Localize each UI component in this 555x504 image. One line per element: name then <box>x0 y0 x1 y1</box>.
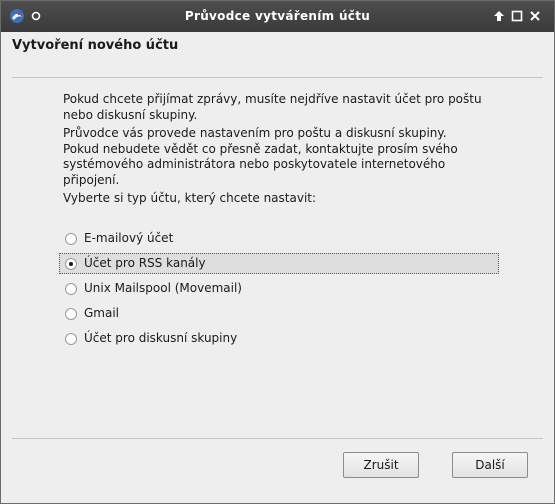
guide-paragraph: Průvodce vás provede nastavením pro pošt… <box>63 126 458 187</box>
radio-label: Účet pro RSS kanály <box>84 256 206 270</box>
radio-option-movemail[interactable]: Unix Mailspool (Movemail) <box>59 278 499 299</box>
window-title: Průvodce vytvářením účtu <box>184 9 371 23</box>
radio-option-email[interactable]: E-mailový účet <box>59 228 499 249</box>
radio-button[interactable] <box>65 233 77 245</box>
header-divider <box>12 77 543 78</box>
maximize-icon[interactable] <box>511 10 523 22</box>
select-prompt: Vyberte si typ účtu, který chcete nastav… <box>63 191 317 205</box>
radio-label: Účet pro diskusní skupiny <box>84 331 238 345</box>
page-title: Vytvoření nového účtu <box>12 38 179 53</box>
wizard-description: Pokud chcete přijímat zprávy, musíte nej… <box>63 92 483 210</box>
close-icon[interactable] <box>529 10 541 22</box>
radio-label: Unix Mailspool (Movemail) <box>84 281 242 295</box>
radio-option-rss[interactable]: Účet pro RSS kanály <box>59 253 499 274</box>
footer-divider <box>12 438 543 439</box>
radio-label: E-mailový účet <box>84 231 174 245</box>
title-bar[interactable]: Průvodce vytvářením účtu <box>1 1 554 32</box>
radio-button[interactable] <box>65 308 77 320</box>
radio-option-newsgroups[interactable]: Účet pro diskusní skupiny <box>59 328 499 349</box>
radio-label: Gmail <box>84 306 120 320</box>
intro-paragraph: Pokud chcete přijímat zprávy, musíte nej… <box>63 92 482 122</box>
next-button[interactable]: Další <box>452 452 528 478</box>
wizard-header: Vytvoření nového účtu <box>1 32 554 77</box>
radio-button[interactable] <box>65 283 77 295</box>
radio-option-gmail[interactable]: Gmail <box>59 303 499 324</box>
radio-button-selected[interactable] <box>65 258 77 270</box>
radio-button[interactable] <box>65 333 77 345</box>
account-wizard-window: Průvodce vytvářením účtu Vytvoření novéh… <box>0 0 555 504</box>
arrow-up-icon[interactable] <box>493 10 505 22</box>
cancel-button[interactable]: Zrušit <box>343 452 419 478</box>
account-type-radio-group: E-mailový účet Účet pro RSS kanály Unix … <box>59 228 499 353</box>
